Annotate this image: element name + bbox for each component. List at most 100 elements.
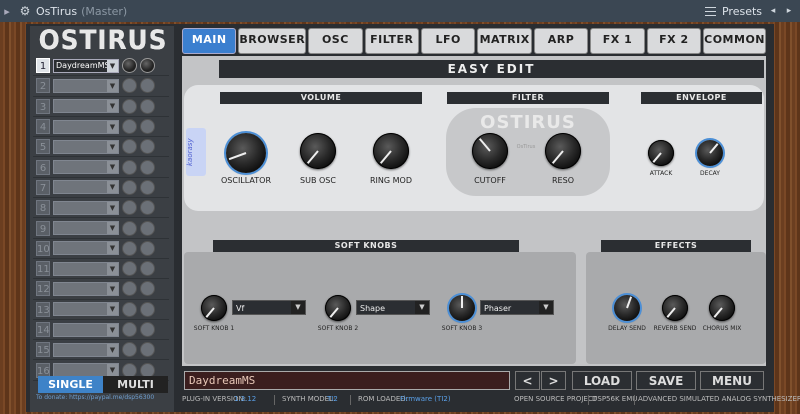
part-row[interactable]: 8 ▼ (33, 198, 169, 219)
preset-name-display[interactable]: DaydreamMS (184, 371, 510, 390)
part-pan-knob[interactable] (140, 240, 155, 256)
part-preset-select[interactable]: ▼ (53, 200, 119, 215)
part-number-button[interactable]: 14 (36, 322, 50, 337)
part-pan-knob[interactable] (140, 78, 155, 94)
soft-knob-2-select[interactable]: Shape ▼ (356, 300, 430, 315)
soft-knob-1-select[interactable]: Vf ▼ (232, 300, 306, 315)
part-pan-knob[interactable] (140, 220, 155, 236)
part-pan-knob[interactable] (140, 58, 155, 74)
part-preset-select[interactable]: ▼ (53, 241, 119, 256)
next-preset-icon[interactable]: ▸ (784, 6, 794, 16)
part-volume-knob[interactable] (122, 322, 137, 337)
chorus-mix-knob[interactable] (709, 295, 735, 321)
part-preset-select[interactable]: ▼ (53, 221, 119, 236)
tab-main[interactable]: MAIN (182, 28, 237, 54)
part-preset-select[interactable]: ▼ (53, 99, 119, 114)
part-pan-knob[interactable] (140, 200, 155, 216)
next-preset-button[interactable]: > (541, 371, 566, 390)
part-row[interactable]: 5 ▼ (33, 137, 169, 158)
decay-knob[interactable] (697, 140, 723, 166)
tab-browser[interactable]: BROWSER (238, 28, 307, 54)
part-pan-knob[interactable] (140, 301, 155, 317)
tab-common[interactable]: COMMON (703, 28, 766, 54)
part-row[interactable]: 3 ▼ (33, 97, 169, 117)
part-preset-select[interactable]: ▼ (53, 180, 119, 195)
part-volume-knob[interactable] (122, 78, 137, 94)
part-number-button[interactable]: 5 (36, 139, 50, 155)
part-number-button[interactable]: 1 (36, 58, 50, 74)
collapse-arrow-icon[interactable]: ▸ (0, 5, 14, 18)
part-number-button[interactable]: 10 (36, 240, 50, 256)
part-preset-select[interactable]: ▼ (53, 322, 119, 337)
part-volume-knob[interactable] (122, 119, 137, 135)
tab-fx-2[interactable]: FX 2 (646, 28, 702, 54)
part-preset-select[interactable]: ▼ (53, 363, 119, 378)
part-volume-knob[interactable] (122, 301, 137, 317)
part-row[interactable]: 4 ▼ (33, 117, 169, 138)
part-number-button[interactable]: 8 (36, 200, 50, 216)
tab-osc[interactable]: OSC (308, 28, 363, 54)
part-row[interactable]: 13 ▼ (33, 300, 169, 320)
ring-mod-knob[interactable] (373, 133, 409, 169)
prev-preset-button[interactable]: < (515, 371, 540, 390)
part-volume-knob[interactable] (122, 139, 137, 155)
single-mode-button[interactable]: SINGLE (38, 376, 103, 393)
part-number-button[interactable]: 11 (36, 261, 50, 277)
multi-mode-button[interactable]: MULTI (103, 376, 168, 393)
part-row[interactable]: 6 ▼ (33, 157, 169, 178)
sub-osc-knob[interactable] (300, 133, 336, 169)
part-pan-knob[interactable] (140, 98, 155, 114)
part-volume-knob[interactable] (122, 58, 137, 74)
presets-label[interactable]: Presets (722, 5, 762, 18)
tab-filter[interactable]: FILTER (364, 28, 420, 54)
part-preset-select[interactable]: DaydreamMS ▼ (53, 58, 119, 73)
part-number-button[interactable]: 15 (36, 342, 50, 358)
tab-matrix[interactable]: MATRIX (477, 28, 532, 54)
part-preset-select[interactable]: ▼ (53, 78, 119, 93)
menu-button[interactable]: MENU (700, 371, 764, 390)
part-volume-knob[interactable] (122, 98, 137, 114)
part-preset-select[interactable]: ▼ (53, 342, 119, 357)
part-number-button[interactable]: 4 (36, 119, 50, 135)
part-row[interactable]: 11 ▼ (33, 259, 169, 280)
tab-fx-1[interactable]: FX 1 (590, 28, 645, 54)
part-row[interactable]: 7 ▼ (33, 178, 169, 199)
reverb-send-knob[interactable] (662, 295, 688, 321)
part-volume-knob[interactable] (122, 261, 137, 277)
part-number-button[interactable]: 7 (36, 179, 50, 195)
part-row[interactable]: 1 DaydreamMS ▼ (33, 56, 169, 77)
part-number-button[interactable]: 13 (36, 301, 50, 317)
part-row[interactable]: 10 ▼ (33, 239, 169, 259)
part-number-button[interactable]: 3 (36, 98, 50, 114)
attack-knob[interactable] (648, 140, 674, 166)
tab-arp[interactable]: ARP (533, 28, 589, 54)
part-volume-knob[interactable] (122, 342, 137, 358)
part-row[interactable]: 12 ▼ (33, 279, 169, 300)
part-number-button[interactable]: 9 (36, 220, 50, 236)
preset-menu-icon[interactable] (704, 6, 716, 16)
cutoff-knob[interactable] (472, 133, 508, 169)
gear-icon[interactable]: ⚙ (18, 4, 32, 18)
delay-send-knob[interactable] (614, 295, 640, 321)
part-pan-knob[interactable] (140, 261, 155, 277)
part-pan-knob[interactable] (140, 119, 155, 135)
part-pan-knob[interactable] (140, 322, 155, 337)
part-number-button[interactable]: 6 (36, 159, 50, 175)
load-button[interactable]: LOAD (572, 371, 632, 390)
prev-preset-icon[interactable]: ◂ (768, 6, 778, 16)
soft-knob-3-select[interactable]: Phaser ▼ (480, 300, 554, 315)
oscillator-knob[interactable] (226, 133, 266, 173)
part-preset-select[interactable]: ▼ (53, 119, 119, 134)
part-volume-knob[interactable] (122, 240, 137, 256)
soft-knob-1[interactable] (201, 295, 227, 321)
tab-lfo[interactable]: LFO (421, 28, 476, 54)
part-volume-knob[interactable] (122, 179, 137, 195)
part-number-button[interactable]: 12 (36, 281, 50, 297)
part-volume-knob[interactable] (122, 159, 137, 175)
soft-knob-2[interactable] (325, 295, 351, 321)
part-volume-knob[interactable] (122, 220, 137, 236)
part-pan-knob[interactable] (140, 342, 155, 358)
part-row[interactable]: 9 ▼ (33, 218, 169, 239)
part-preset-select[interactable]: ▼ (53, 281, 119, 296)
part-preset-select[interactable]: ▼ (53, 261, 119, 276)
